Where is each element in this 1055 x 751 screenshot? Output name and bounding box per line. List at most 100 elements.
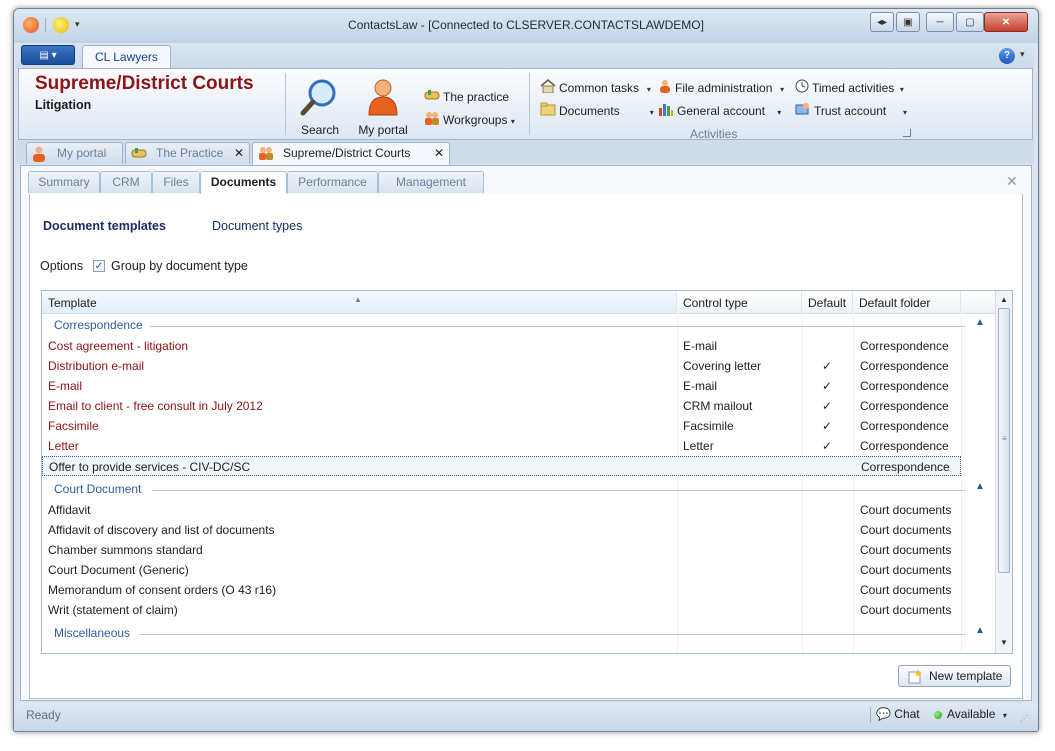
close-button[interactable]: ✕ bbox=[984, 12, 1028, 32]
grid-scrollbar[interactable]: ▲ ≡ ▼ bbox=[995, 291, 1012, 653]
close-tab-icon[interactable]: ✕ bbox=[234, 143, 244, 164]
table-row[interactable]: Court Document (Generic) Court documents bbox=[42, 560, 995, 580]
ribbon-tab-cl-lawyers[interactable]: CL Lawyers bbox=[82, 45, 171, 70]
timed-activities-label: Timed activities bbox=[812, 81, 895, 95]
table-row[interactable]: Affidavit of discovery and list of docum… bbox=[42, 520, 995, 540]
the-practice-button[interactable]: The practice bbox=[424, 88, 509, 106]
doc-tab-supreme-district-courts[interactable]: Supreme/District Courts ✕ bbox=[252, 142, 450, 165]
default-folder: Court documents bbox=[860, 523, 952, 537]
chat-icon: 💬 bbox=[876, 707, 891, 721]
template-name: Memorandum of consent orders (O 43 r16) bbox=[48, 583, 277, 597]
new-template-button[interactable]: New template bbox=[898, 665, 1011, 687]
column-header-control-type[interactable]: Control type bbox=[677, 291, 802, 313]
minimize-button[interactable]: ─ bbox=[926, 12, 954, 32]
collapse-group-icon[interactable]: ▲ bbox=[975, 481, 985, 492]
table-row-selected[interactable]: Offer to provide services - CIV-DC/SC Co… bbox=[42, 456, 961, 476]
chat-button[interactable]: 💬 Chat bbox=[876, 707, 920, 721]
template-name: Affidavit of discovery and list of docum… bbox=[48, 523, 275, 537]
close-panel-icon[interactable]: ✕ bbox=[1006, 173, 1018, 190]
table-row[interactable]: Memorandum of consent orders (O 43 r16) … bbox=[42, 580, 995, 600]
table-row[interactable]: Distribution e-mail Covering letter ✓ Co… bbox=[42, 356, 995, 376]
maximize-button[interactable]: ▢ bbox=[956, 12, 984, 32]
table-row[interactable]: Writ (statement of claim) Court document… bbox=[42, 600, 995, 620]
collapse-group-icon[interactable]: ▲ bbox=[975, 317, 985, 328]
document-templates-link[interactable]: Document templates bbox=[43, 219, 166, 233]
tab-management[interactable]: Management bbox=[378, 171, 484, 193]
help-dropdown-icon[interactable]: ▾ bbox=[1020, 49, 1025, 60]
dialog-launcher-icon[interactable] bbox=[903, 129, 911, 137]
default-folder: Court documents bbox=[860, 583, 952, 597]
table-row[interactable]: Email to client - free consult in July 2… bbox=[42, 396, 995, 416]
default-check: ✓ bbox=[822, 419, 833, 433]
table-row[interactable]: Affidavit Court documents bbox=[42, 500, 995, 520]
control-type: Facsimile bbox=[683, 419, 734, 433]
group-row-miscellaneous[interactable]: Miscellaneous ▲ bbox=[42, 623, 995, 643]
workgroups-button[interactable]: Workgroups ▾ bbox=[424, 111, 515, 129]
workgroups-dropdown-icon: ▾ bbox=[510, 117, 515, 126]
timed-activities-button[interactable]: Timed activities ▾ bbox=[795, 79, 904, 97]
search-button[interactable]: Search bbox=[292, 75, 348, 137]
table-row[interactable]: Letter Letter ✓ Correspondence bbox=[42, 436, 995, 456]
close-tab-icon[interactable]: ✕ bbox=[434, 143, 444, 164]
tab-files[interactable]: Files bbox=[152, 171, 200, 193]
general-account-button[interactable]: General account ▾ bbox=[658, 102, 781, 120]
scroll-up-icon[interactable]: ▲ bbox=[996, 292, 1012, 308]
application-menu-button[interactable]: ▤ ▾ bbox=[21, 45, 75, 65]
templates-grid: ▲ Template Control type Default Default … bbox=[41, 290, 1013, 654]
default-folder: Court documents bbox=[860, 563, 952, 577]
column-header-default[interactable]: Default bbox=[802, 291, 853, 313]
nav-arrows-button[interactable]: ◂▸ bbox=[870, 12, 894, 32]
my-portal-button[interactable]: My portal bbox=[353, 75, 413, 137]
column-header-label: Template bbox=[48, 296, 97, 310]
general-account-dropdown-icon: ▾ bbox=[768, 108, 782, 117]
column-header-template[interactable]: ▲ Template bbox=[42, 291, 677, 313]
default-folder: Correspondence bbox=[860, 439, 949, 453]
person-icon bbox=[368, 79, 398, 116]
table-row[interactable]: Cost agreement - litigation E-mail Corre… bbox=[42, 336, 995, 356]
clock-icon bbox=[795, 79, 809, 98]
tab-summary[interactable]: Summary bbox=[28, 171, 100, 193]
group-row-court-document[interactable]: Court Document ▲ bbox=[42, 479, 995, 499]
document-types-link[interactable]: Document types bbox=[212, 219, 302, 233]
help-icon[interactable]: ? bbox=[999, 48, 1015, 64]
group-by-label[interactable]: Group by document type bbox=[111, 259, 248, 273]
restore-layout-button[interactable]: ▣ bbox=[896, 12, 920, 32]
table-row[interactable]: Chamber summons standard Court documents bbox=[42, 540, 995, 560]
default-folder: Correspondence bbox=[860, 419, 949, 433]
group-icon bbox=[258, 146, 274, 167]
trust-account-button[interactable]: Trust account ▾ bbox=[795, 102, 907, 120]
common-tasks-button[interactable]: Common tasks ▾ bbox=[540, 79, 651, 97]
resize-grip-icon[interactable]: ⋰ bbox=[1020, 714, 1028, 723]
doc-tab-the-practice[interactable]: The Practice ✕ bbox=[125, 142, 250, 164]
trust-account-label: Trust account bbox=[814, 104, 887, 118]
group-by-checkbox[interactable]: ✓ bbox=[93, 260, 105, 272]
sort-ascending-icon: ▲ bbox=[354, 295, 362, 304]
table-row[interactable]: Facsimile Facsimile ✓ Correspondence bbox=[42, 416, 995, 436]
documents-button[interactable]: Documents ▾ bbox=[540, 102, 654, 120]
ribbon-separator bbox=[285, 73, 286, 135]
doc-tab-my-portal[interactable]: My portal bbox=[26, 142, 123, 164]
default-folder: Court documents bbox=[860, 603, 952, 617]
control-type: CRM mailout bbox=[683, 399, 753, 413]
my-portal-label: My portal bbox=[358, 123, 408, 137]
grip-icon: ≡ bbox=[1002, 434, 1007, 443]
scroll-down-icon[interactable]: ▼ bbox=[996, 635, 1012, 651]
template-name: Affidavit bbox=[48, 503, 91, 517]
scrollbar-thumb[interactable]: ≡ bbox=[998, 308, 1010, 573]
doc-tab-label: The Practice bbox=[156, 146, 224, 160]
status-separator bbox=[870, 707, 871, 723]
table-row[interactable]: E-mail E-mail ✓ Correspondence bbox=[42, 376, 995, 396]
availability-button[interactable]: Available ▾ bbox=[934, 707, 1007, 721]
group-icon bbox=[424, 111, 440, 130]
column-header-default-folder[interactable]: Default folder bbox=[853, 291, 961, 313]
tab-documents[interactable]: Documents bbox=[200, 171, 287, 194]
the-practice-label: The practice bbox=[443, 90, 510, 104]
tab-crm[interactable]: CRM bbox=[100, 171, 152, 193]
file-administration-button[interactable]: File administration ▾ bbox=[658, 79, 784, 97]
template-name: Distribution e-mail bbox=[48, 359, 145, 373]
template-name: Chamber summons standard bbox=[48, 543, 203, 557]
tab-performance[interactable]: Performance bbox=[287, 171, 378, 193]
collapse-group-icon[interactable]: ▲ bbox=[975, 625, 985, 636]
group-row-correspondence[interactable]: Correspondence ▲ bbox=[42, 315, 995, 335]
template-name: Cost agreement - litigation bbox=[48, 339, 189, 353]
